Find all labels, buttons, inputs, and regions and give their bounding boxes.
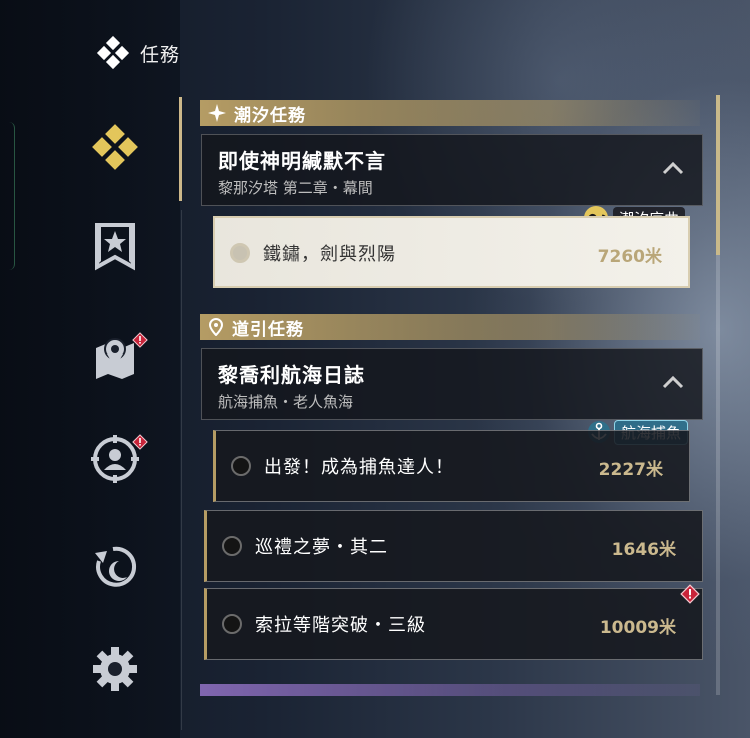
chevron-up-icon[interactable] — [662, 161, 684, 175]
sidebar-item-settings[interactable] — [86, 640, 144, 698]
task-row[interactable]: 巡禮之夢・其二 1646米 — [204, 510, 703, 582]
category-title: 潮汐任務 — [234, 105, 306, 126]
task-row[interactable]: 索拉等階突破・三級 10009米 — [204, 588, 703, 660]
quest-diamond-icon — [96, 36, 130, 70]
task-distance: 7260米 — [597, 247, 662, 267]
active-indicator — [179, 97, 182, 201]
task-label: 巡禮之夢・其二 — [255, 537, 388, 558]
task-distance: 1646米 — [611, 540, 676, 560]
task-label: 索拉等階突破・三級 — [255, 615, 426, 636]
sidebar-item-banner[interactable] — [86, 218, 144, 276]
quest-title: 即使神明緘默不言 — [218, 149, 386, 173]
chevron-up-icon[interactable] — [662, 375, 684, 389]
diamond-icon — [92, 124, 138, 170]
task-label: 出發！成為捕魚達人！ — [264, 457, 454, 478]
alert-badge-icon — [132, 332, 148, 348]
quest-group-header[interactable]: 黎喬利航海日誌 航海捕魚・老人魚海 — [201, 348, 703, 420]
gear-icon — [93, 647, 137, 691]
task-status-icon — [230, 243, 250, 263]
scrollbar-thumb[interactable] — [716, 95, 720, 255]
banner-star-icon — [95, 223, 135, 271]
sidebar-item-profile[interactable] — [86, 430, 148, 488]
quest-list: 潮汐任務 即使神明緘默不言 黎那汐塔 第二章・幕間 潮汐序曲 鐵鏽，劍與烈陽 7… — [200, 96, 710, 738]
task-row[interactable]: 出發！成為捕魚達人！ 2227米 — [213, 430, 690, 502]
page-title: 任務 — [140, 43, 181, 66]
sidebar-item-moon[interactable] — [86, 538, 144, 596]
task-distance: 2227米 — [598, 460, 663, 480]
task-distance: 10009米 — [599, 618, 676, 638]
category-header-guide: 道引任務 — [200, 314, 700, 340]
alert-badge-icon — [680, 584, 700, 604]
alert-badge-icon — [132, 434, 148, 450]
quest-group-header[interactable]: 即使神明緘默不言 黎那汐塔 第二章・幕間 — [201, 134, 703, 206]
task-label: 鐵鏽，劍與烈陽 — [263, 244, 396, 265]
side-panel-edge — [0, 122, 15, 270]
quest-subtitle: 黎那汐塔 第二章・幕間 — [218, 179, 373, 197]
category-header-partial — [200, 684, 700, 696]
header: 任務 — [96, 36, 180, 70]
moon-refresh-icon — [95, 546, 137, 587]
task-row[interactable]: 鐵鏽，劍與烈陽 7260米 — [213, 216, 690, 288]
quest-title: 黎喬利航海日誌 — [218, 363, 365, 387]
location-pin-icon — [208, 318, 224, 336]
sidebar-item-map[interactable] — [86, 328, 148, 386]
category-title: 道引任務 — [232, 319, 304, 340]
quest-subtitle: 航海捕魚・老人魚海 — [218, 393, 354, 411]
sidebar-item-quests[interactable] — [86, 120, 144, 178]
sparkle-icon — [208, 104, 226, 122]
task-status-icon — [222, 536, 242, 556]
sidebar-divider — [181, 210, 182, 730]
task-status-icon — [231, 456, 251, 476]
task-status-icon — [222, 614, 242, 634]
category-header-tidal: 潮汐任務 — [200, 100, 700, 126]
